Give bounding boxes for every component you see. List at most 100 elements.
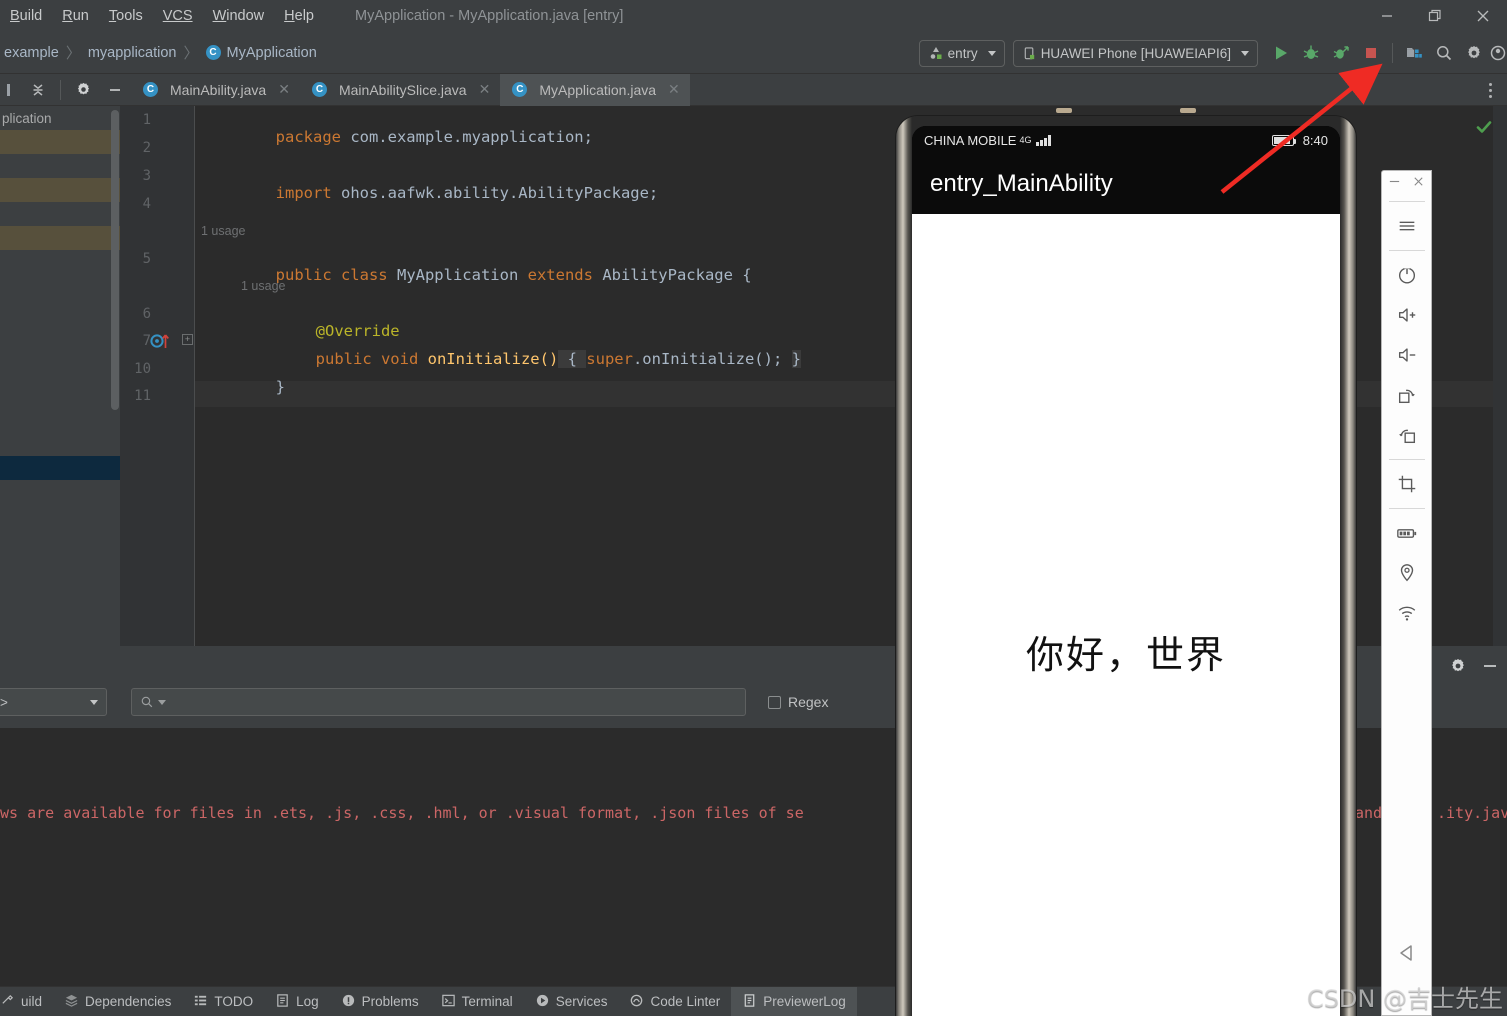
regex-checkbox[interactable] bbox=[768, 695, 781, 709]
account-icon[interactable] bbox=[1489, 38, 1507, 68]
list-item[interactable] bbox=[0, 250, 120, 274]
hide-tool-window-icon[interactable] bbox=[99, 75, 131, 105]
location-icon[interactable] bbox=[1381, 553, 1432, 593]
list-item[interactable] bbox=[0, 226, 120, 250]
screenshot-icon[interactable] bbox=[1381, 464, 1432, 504]
list-item[interactable] bbox=[0, 346, 120, 370]
phone-app-content[interactable]: 你好，世界 bbox=[912, 214, 1340, 1016]
volume-up-icon[interactable] bbox=[1381, 295, 1432, 335]
minimize-window-icon[interactable] bbox=[1363, 0, 1411, 32]
tab-mainabilityslice-java[interactable]: C MainAbilitySlice.java ✕ bbox=[300, 74, 500, 106]
status-item-terminal[interactable]: Terminal bbox=[430, 987, 524, 1016]
menu-icon[interactable] bbox=[1381, 206, 1432, 246]
folded-brace-open[interactable]: { bbox=[558, 350, 587, 368]
tab-myapplication-java[interactable]: C MyApplication.java ✕ bbox=[500, 73, 690, 106]
list-item[interactable] bbox=[0, 202, 120, 226]
line-number: 2 bbox=[142, 140, 151, 156]
tab-mainability-java[interactable]: C MainAbility.java ✕ bbox=[131, 74, 300, 106]
code-line-1: package com.example.myapplication; bbox=[201, 110, 593, 164]
power-icon[interactable] bbox=[1381, 255, 1432, 295]
project-tool-window[interactable]: plication bbox=[0, 106, 120, 646]
editor-tab-overflow[interactable] bbox=[1479, 74, 1501, 106]
keyword: super bbox=[586, 350, 633, 368]
close-tab-icon[interactable]: ✕ bbox=[479, 81, 491, 98]
breadcrumb-item-class[interactable]: MyApplication bbox=[227, 45, 317, 61]
menu-run[interactable]: Run bbox=[52, 0, 99, 32]
usage-hint-class[interactable]: 1 usage bbox=[201, 224, 245, 238]
close-icon[interactable] bbox=[1412, 175, 1425, 193]
menu-window[interactable]: Window bbox=[203, 0, 275, 32]
regex-option[interactable]: Regex bbox=[768, 694, 828, 710]
status-item-code-linter[interactable]: Code Linter bbox=[618, 987, 731, 1016]
status-item-log[interactable]: Log bbox=[264, 987, 330, 1016]
status-item-problems[interactable]: Problems bbox=[330, 987, 430, 1016]
override-method-icon[interactable] bbox=[150, 332, 176, 355]
list-item-selected[interactable] bbox=[0, 456, 120, 480]
tree-label: plication bbox=[2, 110, 52, 126]
status-item-build[interactable]: uild bbox=[0, 987, 53, 1016]
status-item-services[interactable]: Services bbox=[524, 987, 619, 1016]
battery-icon[interactable] bbox=[1381, 513, 1432, 553]
list-item[interactable] bbox=[0, 394, 120, 418]
project-tool-icon[interactable] bbox=[2, 75, 22, 105]
list-item[interactable] bbox=[0, 370, 120, 394]
list-item[interactable] bbox=[0, 418, 120, 442]
keyword: import bbox=[275, 184, 332, 202]
menu-build[interactable]: Build bbox=[0, 0, 52, 32]
log-level-selector[interactable]: g level> bbox=[0, 688, 107, 716]
log-search-input[interactable] bbox=[170, 694, 737, 710]
search-icon[interactable] bbox=[1429, 38, 1459, 68]
breadcrumb-item-example[interactable]: example bbox=[4, 45, 59, 61]
scrollbar-thumb[interactable] bbox=[111, 110, 119, 410]
list-item[interactable] bbox=[0, 154, 120, 178]
rotate-right-icon[interactable] bbox=[1381, 375, 1432, 415]
usage-hint-method[interactable]: 1 usage bbox=[241, 279, 285, 293]
folded-brace-close[interactable]: } bbox=[791, 350, 801, 368]
breadcrumb-item-myapplication[interactable]: myapplication bbox=[88, 45, 177, 61]
wifi-icon[interactable] bbox=[1381, 593, 1432, 633]
volume-down-icon[interactable] bbox=[1381, 335, 1432, 375]
status-item-label: Problems bbox=[361, 994, 419, 1009]
list-item[interactable] bbox=[0, 322, 120, 346]
more-options-icon[interactable] bbox=[1479, 74, 1501, 106]
editor-scrollbar[interactable] bbox=[1493, 106, 1507, 646]
run-configuration-selector[interactable]: entry bbox=[918, 39, 1005, 67]
menu-tools[interactable]: Tools bbox=[99, 0, 153, 32]
status-item-previewer-log[interactable]: PreviewerLog bbox=[731, 986, 857, 1016]
list-item[interactable] bbox=[0, 130, 120, 154]
status-item-todo[interactable]: TODO bbox=[182, 987, 264, 1016]
settings-icon[interactable] bbox=[1459, 38, 1489, 68]
phone-screen[interactable]: CHINA MOBILE 4G 8:40 entry_MainAbility 你… bbox=[912, 126, 1340, 1016]
minimize-icon[interactable] bbox=[1388, 175, 1401, 193]
status-item-label: PreviewerLog bbox=[763, 994, 846, 1009]
device-selector[interactable]: HUAWEI Phone [HUAWEIAPI6] bbox=[1012, 39, 1258, 67]
device-emulator[interactable]: CHINA MOBILE 4G 8:40 entry_MainAbility 你… bbox=[896, 108, 1356, 1016]
line-number: 7 bbox=[142, 333, 151, 349]
menu-help[interactable]: Help bbox=[274, 0, 324, 32]
gear-icon[interactable] bbox=[67, 75, 99, 105]
stop-icon[interactable] bbox=[1356, 38, 1386, 68]
menu-vcs[interactable]: VCS bbox=[153, 0, 203, 32]
inspection-ok-icon[interactable] bbox=[1475, 118, 1493, 141]
close-tab-icon[interactable]: ✕ bbox=[668, 81, 680, 98]
code-fold-icon[interactable]: + bbox=[182, 334, 193, 345]
list-item[interactable] bbox=[0, 178, 120, 202]
run-icon[interactable] bbox=[1266, 38, 1296, 68]
debug-icon[interactable] bbox=[1296, 38, 1326, 68]
list-item[interactable] bbox=[0, 298, 120, 322]
back-icon[interactable] bbox=[1381, 933, 1432, 973]
close-window-icon[interactable] bbox=[1459, 0, 1507, 32]
tab-label: MainAbilitySlice.java bbox=[338, 81, 467, 98]
attach-debugger-icon[interactable] bbox=[1326, 38, 1356, 68]
status-item-dependencies[interactable]: Dependencies bbox=[53, 987, 182, 1016]
project-structure-icon[interactable] bbox=[1399, 38, 1429, 68]
search-history-icon[interactable] bbox=[158, 699, 166, 705]
close-tab-icon[interactable]: ✕ bbox=[278, 81, 290, 98]
log-search-box[interactable] bbox=[131, 688, 746, 716]
editor-gutter[interactable]: 1 2 3 4 5 6 7 10 11 + bbox=[120, 106, 195, 646]
collapse-all-icon[interactable] bbox=[22, 75, 54, 105]
rotate-left-icon[interactable] bbox=[1381, 415, 1432, 455]
list-item[interactable] bbox=[0, 274, 120, 298]
status-item-label: Log bbox=[296, 994, 319, 1009]
restore-window-icon[interactable] bbox=[1411, 0, 1459, 32]
